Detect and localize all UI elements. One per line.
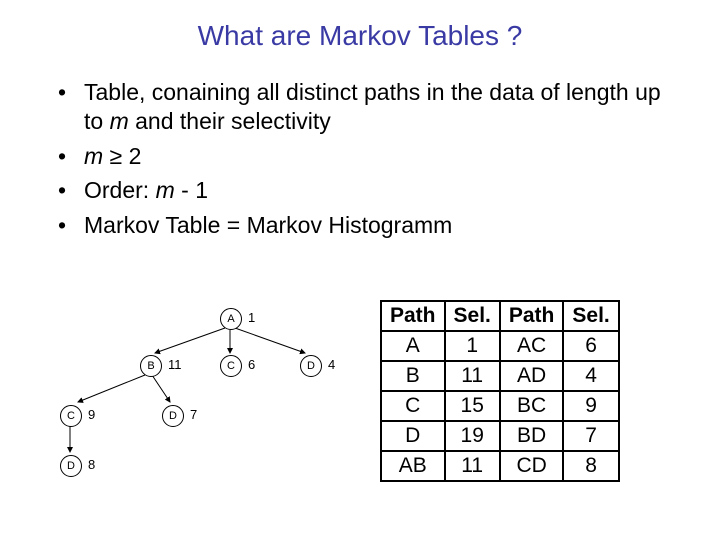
slide: What are Markov Tables ? Table, conainin…	[0, 0, 720, 540]
cell-path: B	[381, 361, 445, 391]
tree-node-c2: C	[60, 405, 82, 427]
cell-sel: 7	[563, 421, 618, 451]
cell-sel: 11	[445, 361, 500, 391]
cell-path: CD	[500, 451, 564, 481]
bullet-3-text-a: Order:	[84, 177, 156, 203]
cell-path: A	[381, 331, 445, 361]
cell-sel: 8	[563, 451, 618, 481]
cell-path: C	[381, 391, 445, 421]
bullet-3-m: m	[156, 177, 175, 203]
tree-count-c1: 6	[248, 357, 255, 372]
table-row: A 1 AC 6	[381, 331, 619, 361]
col-sel-2: Sel.	[563, 301, 618, 331]
col-path-2: Path	[500, 301, 564, 331]
bullet-4: Markov Table = Markov Histogramm	[48, 211, 668, 240]
col-path-1: Path	[381, 301, 445, 331]
table-row: B 11 AD 4	[381, 361, 619, 391]
col-sel-1: Sel.	[445, 301, 500, 331]
table-row: D 19 BD 7	[381, 421, 619, 451]
table-row: AB 11 CD 8	[381, 451, 619, 481]
tree-count-d2: 7	[190, 407, 197, 422]
bullet-3-text-b: - 1	[175, 177, 208, 203]
cell-path: D	[381, 421, 445, 451]
tree-node-d2: D	[162, 405, 184, 427]
bullet-1: Table, conaining all distinct paths in t…	[48, 78, 668, 136]
bullet-3: Order: m - 1	[48, 176, 668, 205]
tree-count-d3: 8	[88, 457, 95, 472]
tree-node-d1: D	[300, 355, 322, 377]
bullet-1-text-b: and their selectivity	[129, 108, 331, 134]
cell-sel: 4	[563, 361, 618, 391]
bullet-list: Table, conaining all distinct paths in t…	[48, 78, 668, 246]
cell-sel: 11	[445, 451, 500, 481]
cell-sel: 19	[445, 421, 500, 451]
cell-sel: 1	[445, 331, 500, 361]
cell-sel: 6	[563, 331, 618, 361]
tree-node-b: B	[140, 355, 162, 377]
cell-sel: 9	[563, 391, 618, 421]
cell-path: BD	[500, 421, 564, 451]
tree-node-c1: C	[220, 355, 242, 377]
tree-count-d1: 4	[328, 357, 335, 372]
tree-count-a: 1	[248, 310, 255, 325]
cell-path: AC	[500, 331, 564, 361]
table-row: C 15 BC 9	[381, 391, 619, 421]
cell-path: BC	[500, 391, 564, 421]
tree-count-b: 11	[168, 357, 182, 372]
bullet-1-m: m	[110, 108, 129, 134]
bullet-2-m: m	[84, 143, 103, 169]
bullet-2: m ≥ 2	[48, 142, 668, 171]
bullet-2-v: 2	[129, 143, 142, 169]
markov-table: Path Sel. Path Sel. A 1 AC 6 B 11 AD 4 C…	[380, 300, 620, 482]
cell-path: AB	[381, 451, 445, 481]
tree-count-c2: 9	[88, 407, 95, 422]
cell-path: AD	[500, 361, 564, 391]
tree-node-d3: D	[60, 455, 82, 477]
cell-sel: 15	[445, 391, 500, 421]
table-header-row: Path Sel. Path Sel.	[381, 301, 619, 331]
slide-title: What are Markov Tables ?	[0, 20, 720, 52]
bullet-2-ge: ≥	[103, 143, 128, 169]
tree-diagram: A 1 B 11 C 6 D 4 C 9 D 7 D 8	[40, 300, 360, 530]
tree-node-a: A	[220, 308, 242, 330]
bullet-4-text: Markov Table = Markov Histogramm	[84, 212, 452, 238]
